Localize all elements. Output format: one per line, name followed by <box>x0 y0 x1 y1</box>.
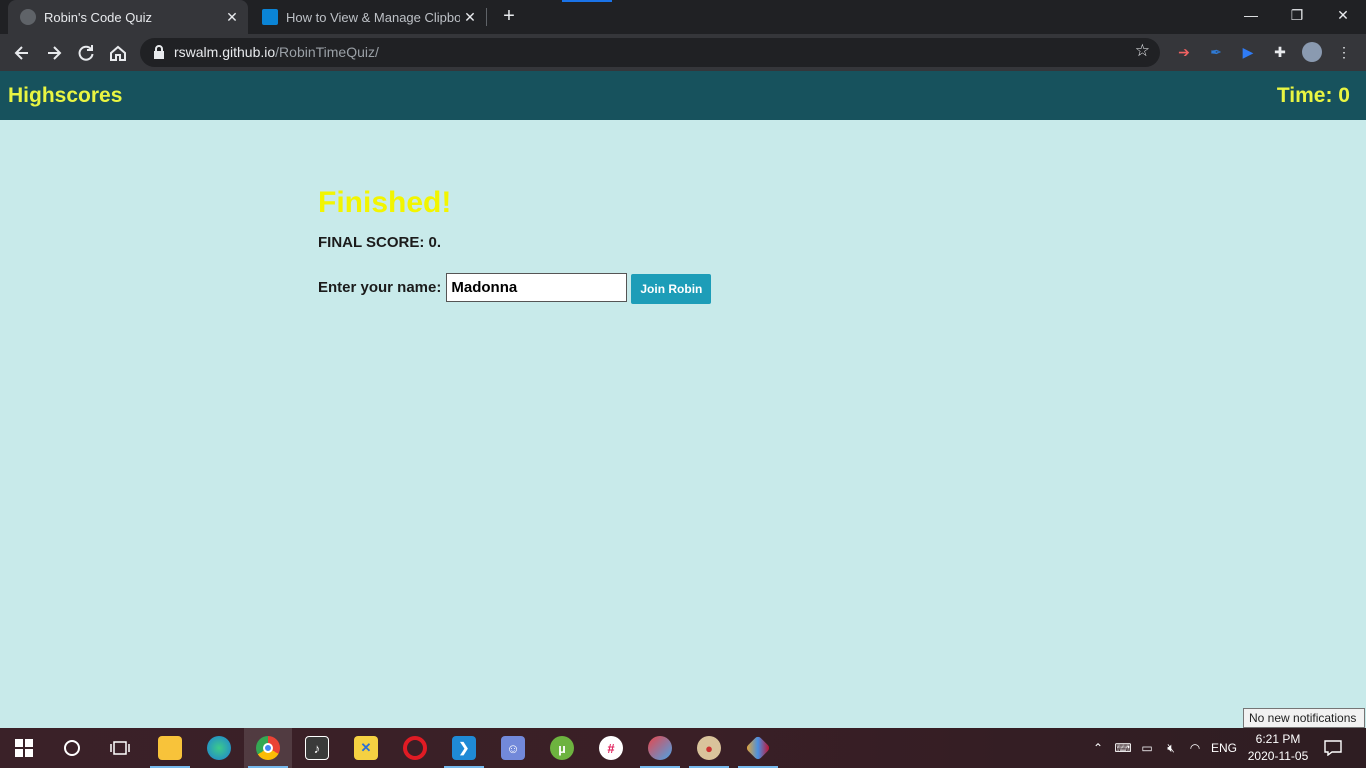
discord-icon[interactable]: ☺ <box>489 728 537 768</box>
battery-icon[interactable]: ▭ <box>1136 728 1158 768</box>
browser-toolbar: rswalm.github.io/RobinTimeQuiz/ ☆ ➔ ✒ ▶ … <box>0 34 1366 71</box>
gitkraken-icon[interactable] <box>734 728 782 768</box>
sticky-notes-icon[interactable]: ✕ <box>342 728 390 768</box>
music-app-icon[interactable]: ♪ <box>293 728 341 768</box>
profile-avatar[interactable] <box>1302 42 1322 62</box>
task-view-icon[interactable] <box>96 728 144 768</box>
reload-icon[interactable] <box>72 39 100 67</box>
forward-icon[interactable] <box>40 39 68 67</box>
join-robin-button[interactable]: Join Robin <box>631 274 712 304</box>
extension-red-icon[interactable]: ➔ <box>1174 42 1194 62</box>
clock-date: 2020-11-05 <box>1247 749 1309 763</box>
file-explorer-icon[interactable] <box>146 728 194 768</box>
tab-robins-code-quiz[interactable]: Robin's Code Quiz ✕ <box>8 0 248 34</box>
bookmark-star-icon[interactable]: ☆ <box>1135 41 1150 61</box>
globe-icon <box>20 9 36 25</box>
menu-kebab-icon[interactable]: ⋮ <box>1334 42 1354 62</box>
name-label: Enter your name: <box>318 278 442 296</box>
name-entry-form: Enter your name: Join Robin <box>318 270 712 304</box>
lock-icon[interactable] <box>152 44 166 60</box>
tab-title: How to View & Manage Clipboard History o… <box>286 9 460 25</box>
finished-heading: Finished! <box>318 186 452 219</box>
back-icon[interactable] <box>8 39 36 67</box>
close-window-button[interactable]: ✕ <box>1320 0 1366 30</box>
clock[interactable]: 6:21 PM 2020-11-05 <box>1244 731 1312 765</box>
minimize-button[interactable]: — <box>1228 0 1274 30</box>
volume-muted-icon[interactable]: 🔇︎ <box>1160 728 1182 768</box>
tab-drag-indicator <box>562 0 612 2</box>
windows-taskbar: ♪ ✕ ❯ ☺ µ # ● ⌃ ⌨ ▭ 🔇︎ ◠ ENG 6:21 PM 202… <box>0 728 1366 768</box>
cortana-icon[interactable] <box>48 728 96 768</box>
browser-tabstrip: Robin's Code Quiz ✕ How to View & Manage… <box>0 0 1366 34</box>
start-button[interactable] <box>0 728 48 768</box>
close-tab-icon[interactable]: ✕ <box>460 9 480 26</box>
chrome-icon[interactable] <box>244 728 292 768</box>
new-tab-button[interactable]: + <box>498 5 520 27</box>
utorrent-icon[interactable]: µ <box>538 728 586 768</box>
final-score-text: FINAL SCORE: 0. <box>318 234 442 251</box>
extension-feather-icon[interactable]: ✒ <box>1206 42 1226 62</box>
language-indicator[interactable]: ENG <box>1208 728 1240 768</box>
tab-clipboard-article[interactable]: How to View & Manage Clipboard History o… <box>250 0 486 34</box>
url-path: /RobinTimeQuiz/ <box>275 44 379 60</box>
quiz-header: Highscores Time: 0 <box>0 71 1366 120</box>
timer-display: Time: 0 <box>1276 84 1350 107</box>
highscores-link[interactable]: Highscores <box>8 84 122 108</box>
extension-send-icon[interactable]: ▶ <box>1238 42 1258 62</box>
slack-icon[interactable]: # <box>587 728 635 768</box>
action-center-icon[interactable] <box>1318 728 1348 768</box>
opera-icon[interactable] <box>391 728 439 768</box>
site-favicon-icon <box>262 9 278 25</box>
paint-icon[interactable] <box>636 728 684 768</box>
vscode-icon[interactable]: ❯ <box>440 728 488 768</box>
maximize-button[interactable]: ❐ <box>1274 0 1320 30</box>
pen-workspace-icon[interactable]: ⌨ <box>1112 728 1134 768</box>
url-host: rswalm.github.io <box>174 44 276 60</box>
url-text[interactable]: rswalm.github.io/RobinTimeQuiz/ <box>174 44 379 60</box>
name-input[interactable] <box>446 272 628 302</box>
extensions-puzzle-icon[interactable]: ✚ <box>1270 42 1290 62</box>
notification-tooltip: No new notifications <box>1243 708 1365 728</box>
show-hidden-icons-chevron-icon[interactable]: ⌃ <box>1088 728 1108 768</box>
paint-palette-icon[interactable]: ● <box>685 728 733 768</box>
tab-title: Robin's Code Quiz <box>44 9 152 25</box>
address-bar[interactable]: rswalm.github.io/RobinTimeQuiz/ ☆ <box>140 38 1160 67</box>
clock-time: 6:21 PM <box>1255 732 1301 746</box>
edge-icon[interactable] <box>195 728 243 768</box>
tab-divider <box>486 8 487 26</box>
home-icon[interactable] <box>104 39 132 67</box>
wifi-icon[interactable]: ◠ <box>1184 728 1206 768</box>
close-tab-icon[interactable]: ✕ <box>222 9 242 26</box>
